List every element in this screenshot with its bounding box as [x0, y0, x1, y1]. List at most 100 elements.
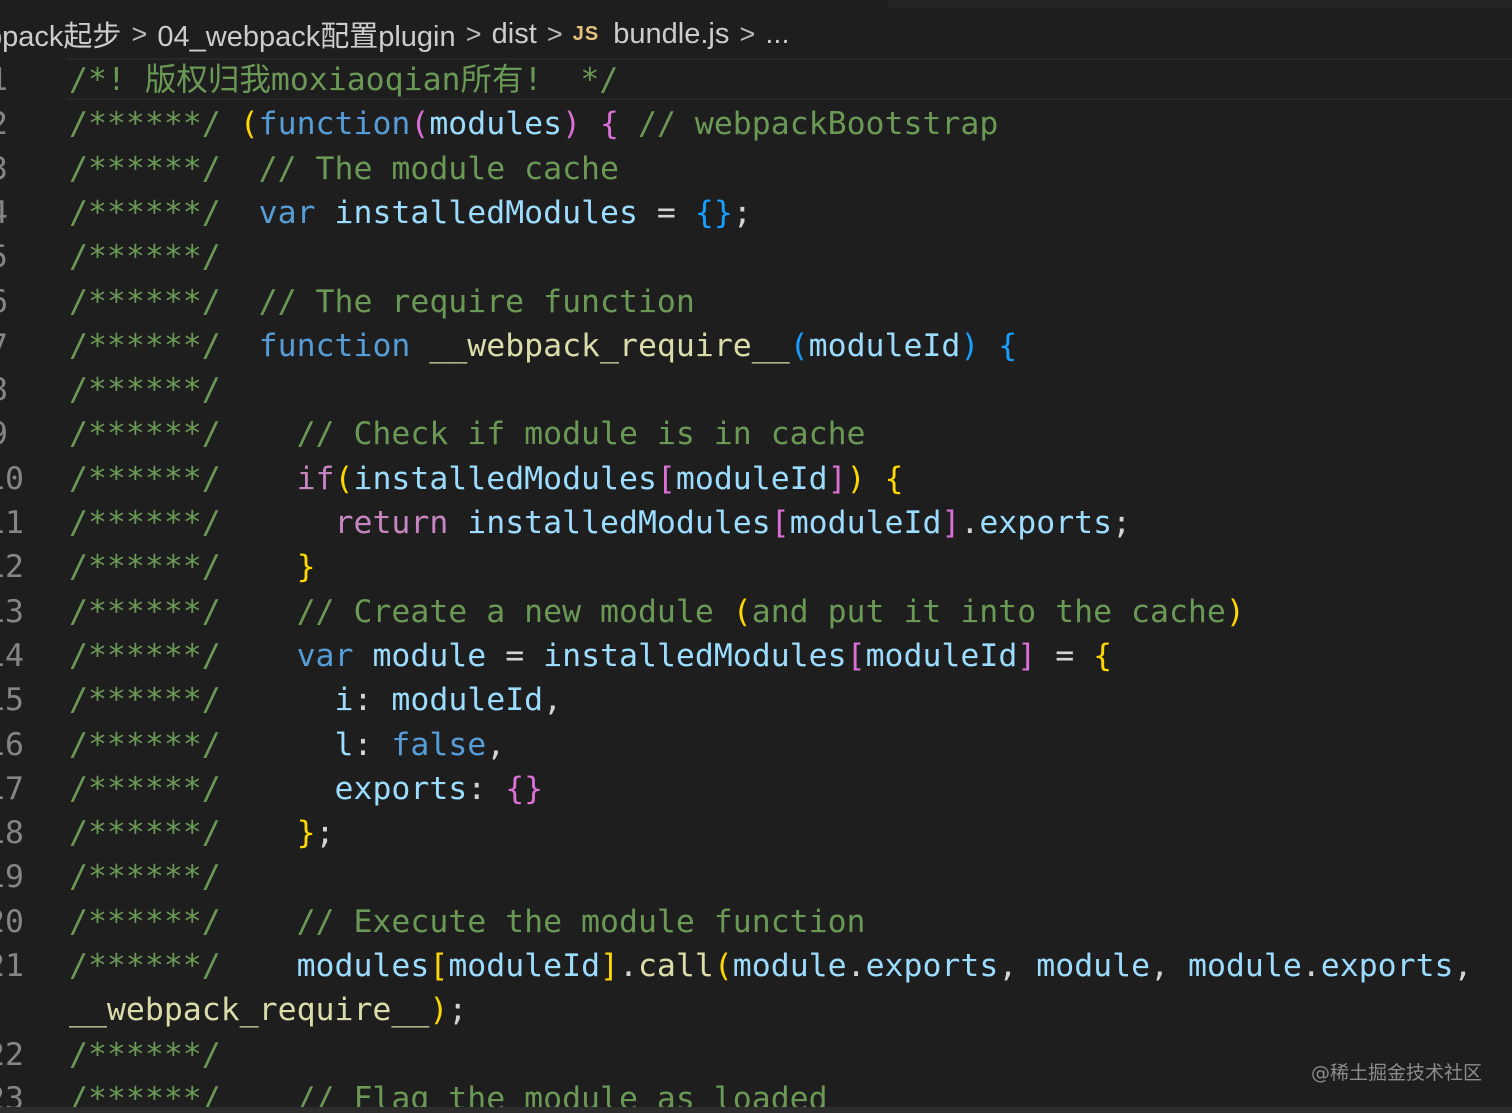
tab-strip: [0, 0, 1512, 8]
breadcrumb-item-project[interactable]: bpack起步: [0, 13, 121, 55]
line-number: 10: [0, 460, 24, 497]
code-token: var: [296, 637, 354, 674]
line-number: 5: [0, 235, 8, 279]
code-token: ,: [998, 948, 1037, 984]
breadcrumb-item-folder[interactable]: 04_webpack配置plugin: [157, 13, 455, 55]
code-token: ): [562, 106, 582, 143]
code-token: /******/: [69, 1036, 221, 1073]
code-content: /******/ // Execute the module function: [69, 900, 866, 944]
line-number: 6: [0, 280, 8, 324]
code-content: /******/ i: moduleId,: [69, 678, 562, 722]
code-token: ): [1225, 593, 1245, 630]
line-number: 2: [0, 102, 8, 146]
code-line[interactable]: 13 /******/ // Create a new module (and p…: [0, 590, 1512, 634]
code-token: /******/ // The require function: [69, 283, 695, 320]
code-content: /******/: [69, 1033, 221, 1077]
code-line[interactable]: 7 /******/ function __webpack_require__(m…: [0, 324, 1512, 368]
code-line[interactable]: 8 /******/: [0, 368, 1512, 412]
code-token: (: [334, 460, 354, 497]
code-line[interactable]: 19 /******/: [0, 855, 1512, 899]
breadcrumb-item-file[interactable]: bundle.js: [613, 18, 729, 51]
code-line[interactable]: 11 /******/ return installedModules[modul…: [0, 501, 1512, 545]
code-line[interactable]: 14 /******/ var module = installedModules…: [0, 634, 1512, 678]
code-token: [: [656, 460, 676, 497]
code-line[interactable]: 4 /******/ var installedModules = {};: [0, 191, 1512, 235]
code-line[interactable]: 12 /******/ }: [0, 545, 1512, 589]
code-line[interactable]: 6 /******/ // The require function: [0, 280, 1512, 324]
code-token: {: [1093, 637, 1113, 674]
code-token: /******/ // Create a new module: [69, 593, 733, 630]
breadcrumb-item-symbols[interactable]: ...: [765, 18, 789, 51]
code-line[interactable]: 15 /******/ i: moduleId,: [0, 678, 1512, 722]
code-token: /******/: [69, 815, 297, 852]
line-number: 21: [0, 948, 24, 984]
code-token: .: [846, 948, 866, 984]
code-line[interactable]: 16 /******/ l: false,: [0, 723, 1512, 767]
code-line[interactable]: 1 /*! 版权归我moxiaoqian所有! */: [0, 58, 1512, 102]
code-content: /******/ // The require function: [69, 280, 695, 324]
code-token: (: [239, 106, 259, 143]
code-token: }: [296, 549, 316, 586]
code-line[interactable]: 9 /******/ // Check if module is in cache: [0, 412, 1512, 456]
code-content: /******/ function __webpack_require__(mo…: [69, 324, 1017, 368]
code-token: exports: [1320, 948, 1454, 984]
code-line[interactable]: 2/******/ (function(modules) { // webpac…: [0, 102, 1512, 146]
line-number: 1: [0, 58, 8, 102]
code-token: module: [732, 948, 847, 984]
code-token: .: [619, 948, 638, 984]
code-token: // webpackBootstrap: [619, 106, 999, 143]
active-tab-remnant[interactable]: [0, 0, 888, 8]
code-token: module: [1036, 948, 1151, 984]
code-token: =: [1036, 637, 1094, 674]
line-number: 18: [0, 815, 24, 852]
code-token: /******/: [69, 859, 221, 896]
code-token: .: [960, 505, 980, 541]
code-line[interactable]: 10 /******/ if(installedModules[moduleId]…: [0, 457, 1512, 501]
code-token: /******/: [69, 372, 221, 409]
code-token: ): [429, 992, 449, 1029]
code-token: ,: [486, 726, 506, 763]
code-token: [: [770, 505, 790, 541]
code-line[interactable]: 20 /******/ // Execute the module functio…: [0, 900, 1512, 944]
code-token: ]: [827, 460, 847, 497]
code-token: /******/: [69, 505, 335, 541]
code-editor[interactable]: 1/*! 版权归我moxiaoqian所有! */2/******/ (func…: [0, 58, 1512, 1113]
code-content: /*! 版权归我moxiaoqian所有! */: [69, 58, 618, 102]
code-line[interactable]: __webpack_require__);: [0, 988, 1512, 1032]
code-token: /******/: [69, 948, 297, 984]
code-token: i: [334, 682, 354, 719]
chevron-right-icon: >: [546, 18, 563, 49]
code-line[interactable]: 5 /******/: [0, 235, 1512, 279]
code-token: {: [600, 106, 620, 143]
code-content: /******/ exports: {}: [69, 767, 543, 811]
code-token: /******/: [69, 637, 297, 674]
code-token: /******/: [69, 460, 297, 497]
code-token: moduleId: [391, 682, 544, 719]
code-token: =: [637, 194, 695, 231]
line-number: 9: [0, 412, 8, 456]
code-token: (: [732, 593, 752, 630]
code-token: /******/: [69, 194, 259, 231]
code-token: installedModules: [543, 637, 847, 674]
code-content: /******/: [69, 235, 221, 279]
code-token: exports: [865, 948, 999, 984]
code-token: moduleId: [808, 327, 961, 364]
code-token: :: [467, 770, 506, 807]
code-content: /******/ modules[moduleId].call(module.e…: [69, 944, 1473, 988]
code-token: /******/: [69, 106, 240, 143]
code-line[interactable]: 18 /******/ };: [0, 811, 1512, 855]
code-token: moduleId: [865, 637, 1018, 674]
breadcrumb-item-dist[interactable]: dist: [492, 18, 537, 51]
code-line[interactable]: 22 /******/: [0, 1033, 1512, 1077]
line-number: 22: [0, 1036, 24, 1073]
code-content: /******/ }: [69, 545, 316, 589]
code-line[interactable]: 17 /******/ exports: {}: [0, 767, 1512, 811]
code-line[interactable]: 21 /******/ modules[moduleId].call(module…: [0, 944, 1512, 988]
code-content: /******/ return installedModules[moduleI…: [69, 501, 1131, 545]
code-line[interactable]: 3 /******/ // The module cache: [0, 147, 1512, 191]
code-content: /******/ // The module cache: [69, 147, 619, 191]
code-token: __webpack_require__: [429, 327, 790, 364]
